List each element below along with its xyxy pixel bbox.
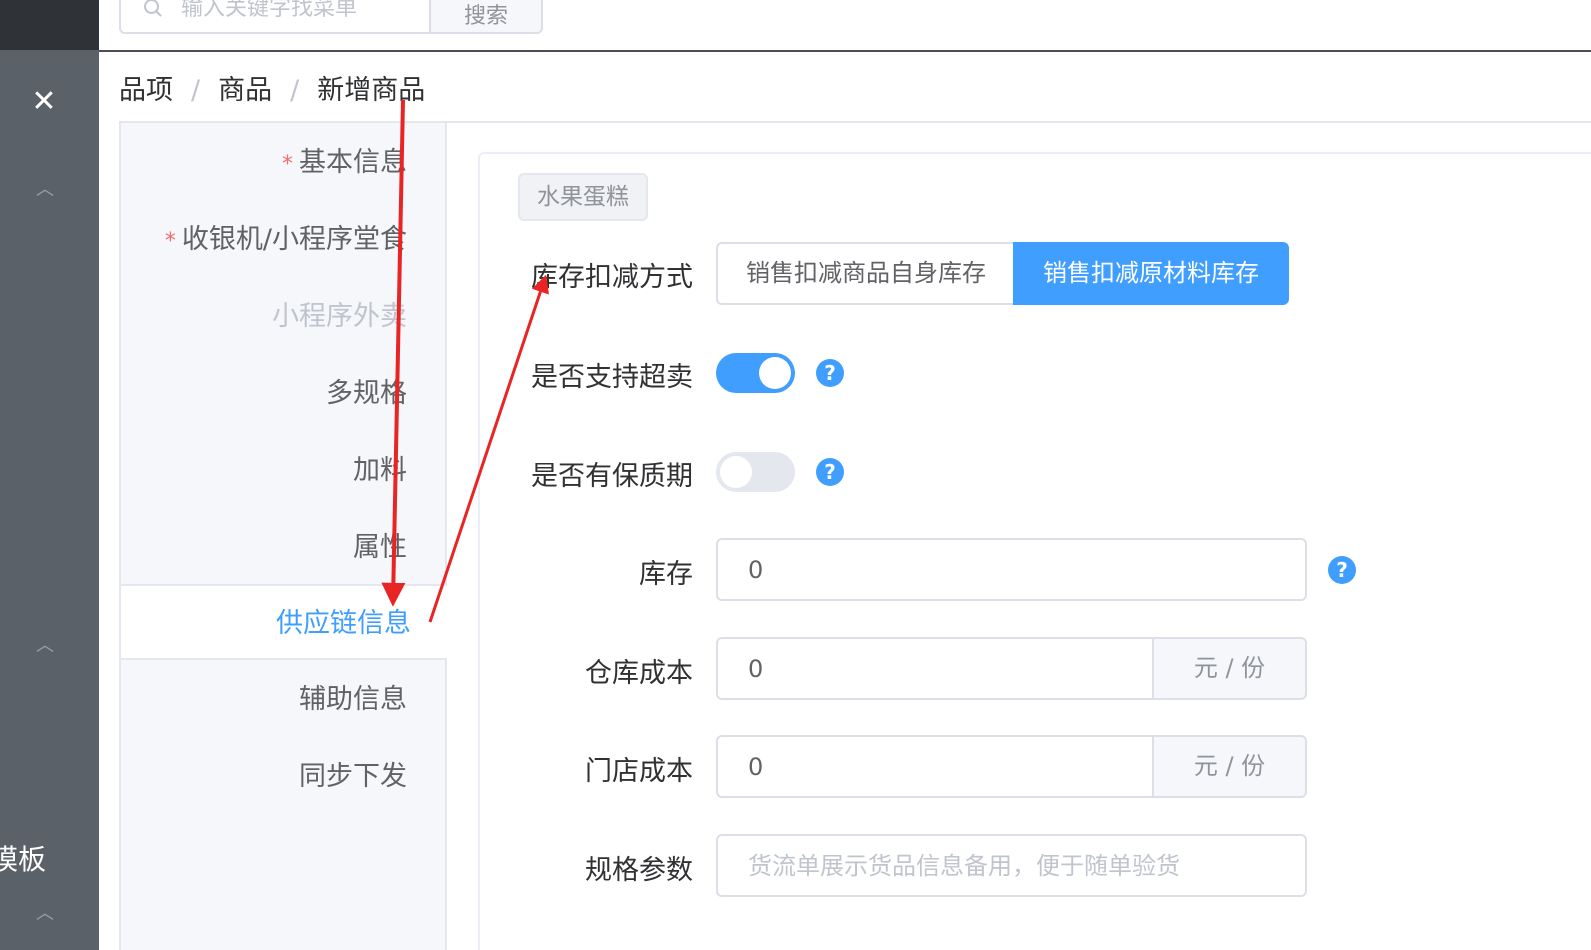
tab-sync-publish[interactable]: 同步下发 [121,739,447,815]
section-tabs: * 基本信息 * 收银机/小程序堂食 小程序外卖 多规格 加料 属性 供应链信息 辅… [119,121,451,950]
search-button[interactable]: 搜索 [429,0,543,34]
product-tag[interactable]: 水果蛋糕 [518,173,648,221]
search-icon [144,0,162,17]
store-cost-label: 门店成本 [585,756,693,787]
warehouse-cost-label: 仓库成本 [585,658,693,689]
breadcrumb-separator: / [191,75,201,106]
stock-label: 库存 [639,559,693,590]
top-bar: 搜索 [99,0,1591,52]
stock-input[interactable] [716,538,1307,601]
search-box [119,0,431,34]
close-icon[interactable]: ✕ [28,86,60,118]
chevron-up-icon[interactable]: ︿ [32,181,58,199]
store-cost-unit: 元 / 份 [1152,735,1307,798]
oversell-label: 是否支持超卖 [531,362,693,393]
breadcrumb-item[interactable]: 商品 [218,75,272,106]
help-icon[interactable]: ? [816,359,844,387]
warehouse-cost-input[interactable] [716,637,1154,700]
breadcrumb-separator: / [290,75,300,106]
shelf-life-toggle[interactable] [716,452,795,492]
sidebar-header [0,0,99,50]
tab-miniapp-delivery[interactable]: 小程序外卖 [121,279,447,355]
tab-attributes[interactable]: 属性 [121,510,447,586]
tab-multi-spec[interactable]: 多规格 [121,356,447,432]
breadcrumb-item[interactable]: 品项 [119,75,173,106]
shelf-life-label: 是否有保质期 [531,461,693,492]
breadcrumb-current: 新增商品 [317,75,426,106]
sidebar: ✕ ︿ ︿ 模板 ︿ [0,0,99,950]
tab-label: 属性 [353,532,407,563]
chevron-up-icon[interactable]: ︿ [32,905,58,923]
oversell-toggle[interactable] [716,353,795,393]
tab-addons[interactable]: 加料 [121,433,447,509]
tab-label: 供应链信息 [276,608,411,639]
tab-aux-info[interactable]: 辅助信息 [121,662,447,738]
inventory-method-label: 库存扣减方式 [531,262,693,293]
spec-params-input[interactable] [716,834,1307,897]
warehouse-cost-unit: 元 / 份 [1152,637,1307,700]
tab-pos-dine-in[interactable]: * 收银机/小程序堂食 [121,202,447,278]
search-input[interactable] [179,0,419,22]
tab-label: 辅助信息 [299,684,407,715]
tab-label: 收银机/小程序堂食 [181,224,407,255]
tab-label: 加料 [353,455,407,486]
sidebar-menu-label[interactable]: 模板 [0,838,46,878]
toggle-knob [759,357,791,389]
tab-label: 小程序外卖 [272,301,407,332]
breadcrumb: 品项 / 商品 / 新增商品 [119,68,425,107]
help-icon[interactable]: ? [1328,556,1356,584]
tab-label: 基本信息 [299,147,407,178]
toggle-knob [720,456,752,488]
chevron-up-icon[interactable]: ︿ [32,637,58,655]
store-cost-input[interactable] [716,735,1154,798]
required-mark: * [282,152,293,177]
tab-label: 多规格 [326,378,407,409]
deduct-material-stock-button[interactable]: 销售扣减原材料库存 [1013,242,1289,305]
spec-params-label: 规格参数 [585,855,693,886]
tab-basic-info[interactable]: * 基本信息 [121,125,447,201]
tab-label: 同步下发 [299,761,407,792]
tab-supply-chain[interactable]: 供应链信息 [121,584,451,660]
deduct-product-stock-button[interactable]: 销售扣减商品自身库存 [716,242,1014,305]
help-icon[interactable]: ? [816,458,844,486]
required-mark: * [164,229,176,254]
